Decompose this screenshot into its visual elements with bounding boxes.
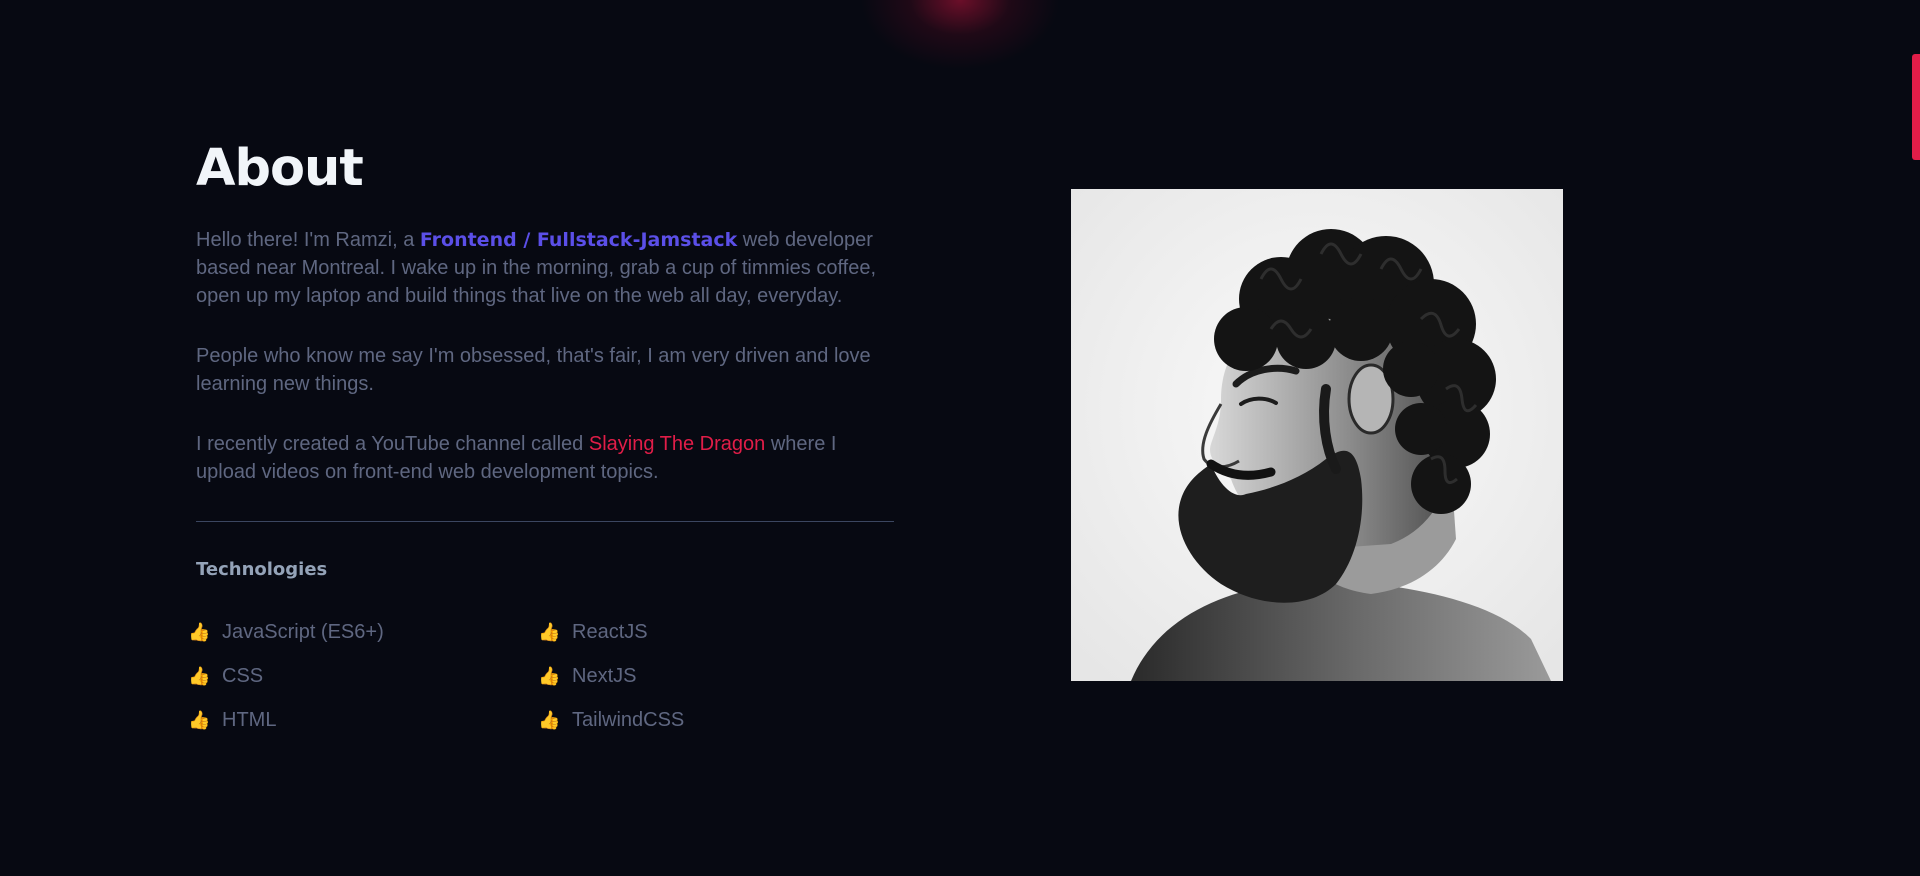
- technologies-list: 👍 JavaScript (ES6+) 👍 ReactJS 👍 CSS 👍 Ne…: [188, 618, 908, 734]
- intro-paragraph: Hello there! I'm Ramzi, a Frontend / Ful…: [196, 226, 896, 310]
- thumbs-up-icon: 👍: [538, 622, 561, 642]
- tech-item: 👍 HTML: [188, 706, 538, 734]
- tech-label: CSS: [222, 665, 264, 687]
- tech-item: 👍 JavaScript (ES6+): [188, 618, 538, 646]
- thumbs-up-icon: 👍: [538, 666, 561, 686]
- scroll-indicator[interactable]: [1912, 54, 1920, 160]
- technologies-heading: Technologies: [196, 559, 328, 580]
- thumbs-up-icon: 👍: [538, 710, 561, 730]
- tech-label: NextJS: [572, 665, 637, 687]
- personality-paragraph: People who know me say I'm obsessed, tha…: [196, 345, 871, 395]
- portrait-illustration: [1071, 189, 1563, 681]
- thumbs-up-icon: 👍: [188, 666, 211, 686]
- section-divider: [196, 521, 894, 522]
- youtube-text-start: I recently created a YouTube channel cal…: [196, 433, 589, 455]
- about-page: About Hello there! I'm Ramzi, a Frontend…: [0, 0, 1920, 876]
- about-section: About Hello there! I'm Ramzi, a Frontend…: [188, 138, 896, 734]
- youtube-paragraph: I recently created a YouTube channel cal…: [196, 430, 896, 486]
- profile-photo: [1071, 189, 1563, 681]
- tech-item: 👍 TailwindCSS: [538, 706, 888, 734]
- role-highlight: Frontend / Fullstack-Jamstack: [419, 229, 738, 251]
- tech-item: 👍 CSS: [188, 662, 538, 690]
- top-glow-decoration: [860, 0, 1060, 70]
- thumbs-up-icon: 👍: [188, 710, 211, 730]
- tech-label: HTML: [222, 709, 277, 731]
- tech-label: JavaScript (ES6+): [222, 621, 384, 643]
- tech-item: 👍 NextJS: [538, 662, 888, 690]
- thumbs-up-icon: 👍: [188, 622, 211, 642]
- intro-text-start: Hello there! I'm Ramzi, a: [196, 229, 420, 251]
- tech-label: ReactJS: [572, 621, 648, 643]
- about-title: About: [196, 139, 364, 198]
- youtube-channel-link[interactable]: Slaying The Dragon: [589, 433, 765, 455]
- tech-label: TailwindCSS: [572, 709, 685, 731]
- tech-item: 👍 ReactJS: [538, 618, 888, 646]
